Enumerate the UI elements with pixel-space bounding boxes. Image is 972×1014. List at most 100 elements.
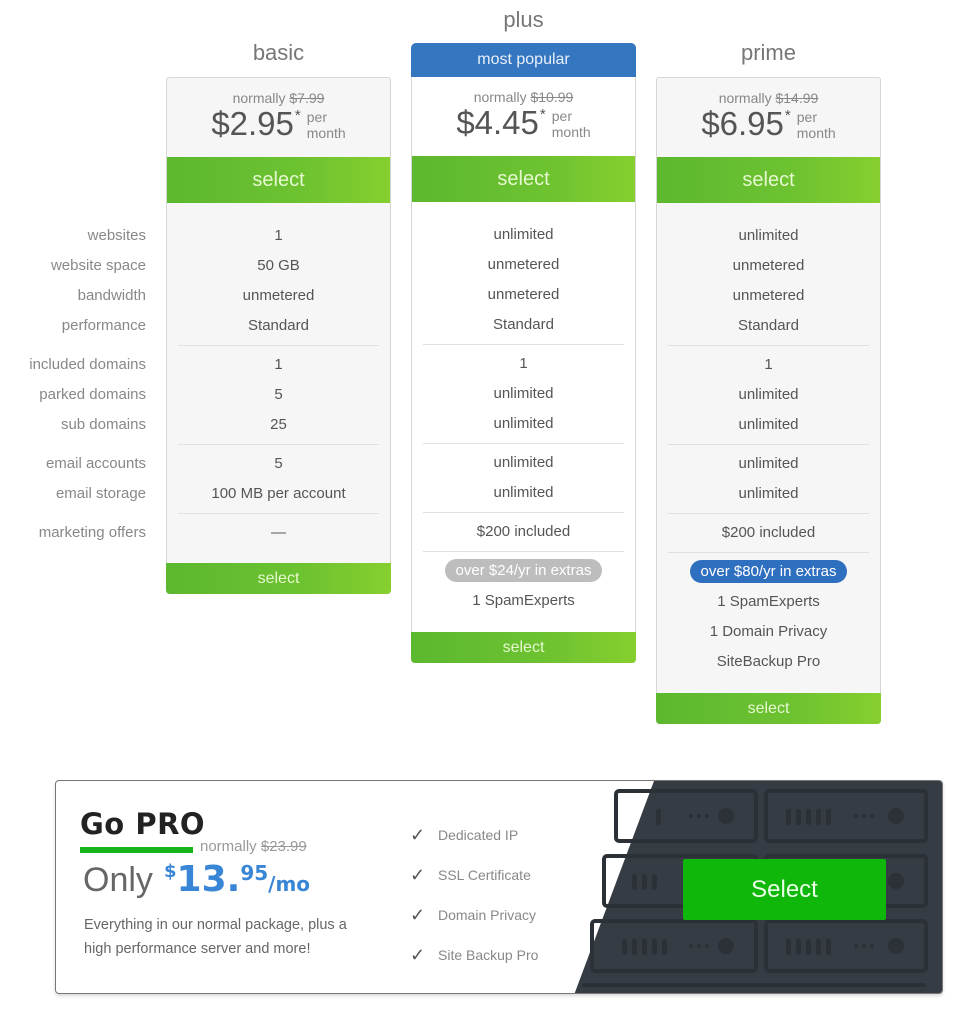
- asterisk: *: [539, 106, 546, 123]
- select-button-plus[interactable]: select: [412, 156, 635, 202]
- only-label: Only: [83, 861, 153, 899]
- feature-label: Domain Privacy: [438, 907, 537, 923]
- price-header: normally $14.99 $6.95 * per month: [657, 78, 880, 157]
- cell-included-domains: 1: [519, 355, 528, 372]
- period-label: month: [551, 124, 591, 140]
- feature-label: Site Backup Pro: [438, 947, 539, 963]
- feature-item: ✓ Site Backup Pro: [410, 935, 538, 975]
- pro-price: $13.95/mo: [164, 859, 310, 900]
- normally-label: normally: [232, 90, 286, 106]
- price-decimal: 95: [240, 861, 269, 885]
- label-email-storage: email storage: [55, 485, 146, 502]
- extras-badge: over $24/yr in extras: [444, 559, 603, 582]
- check-icon: ✓: [410, 944, 426, 965]
- plan-title-prime: prime: [740, 40, 796, 65]
- normal-price: $7.99: [289, 90, 325, 106]
- label-parked-domains: parked domains: [39, 386, 146, 403]
- select-button-prime-bottom[interactable]: select: [656, 693, 881, 724]
- extra-item: 1 Domain Privacy: [709, 623, 828, 640]
- cell-website-space: 50 GB: [257, 257, 300, 274]
- divider: [178, 444, 379, 445]
- cell-parked-domains: unlimited: [738, 386, 799, 403]
- cell-email-storage: unlimited: [738, 485, 799, 502]
- cell-websites: unlimited: [738, 227, 799, 244]
- feature-item: ✓ Dedicated IP: [410, 815, 538, 855]
- cell-included-domains: 1: [764, 356, 773, 373]
- plan-title-plus: plus: [503, 7, 544, 32]
- plan-card-plus: normally $10.99 $4.45 * per month select …: [411, 77, 636, 663]
- cell-included-domains: 1: [274, 356, 283, 373]
- price-period: /mo: [268, 872, 311, 896]
- go-pro-select-button[interactable]: Select: [683, 859, 886, 920]
- cell-email-accounts: unlimited: [738, 455, 799, 472]
- cell-website-space: unmetered: [487, 256, 560, 273]
- label-included-domains: included domains: [29, 356, 146, 373]
- plan-title-basic: basic: [252, 40, 305, 65]
- currency-symbol: $: [164, 861, 177, 882]
- extra-item: 1 SpamExperts: [717, 593, 820, 610]
- per-label: per: [551, 108, 572, 124]
- cell-bandwidth: unmetered: [487, 286, 560, 303]
- pro-normally-label: normally: [200, 838, 257, 855]
- plan-card-prime: normally $14.99 $6.95 * per month select …: [656, 77, 881, 724]
- go-pro-banner: Go PRO normally $23.99 Only $13.95/mo Ev…: [55, 780, 943, 994]
- cell-sub-domains: unlimited: [493, 415, 554, 432]
- select-button-plus-bottom[interactable]: select: [411, 632, 636, 663]
- cell-sub-domains: unlimited: [738, 416, 799, 433]
- check-icon: ✓: [410, 904, 426, 925]
- cell-sub-domains: 25: [270, 416, 287, 433]
- cell-parked-domains: 5: [274, 386, 283, 403]
- pro-feature-list: ✓ Dedicated IP ✓ SSL Certificate ✓ Domain P…: [410, 815, 538, 975]
- divider: [423, 551, 624, 552]
- sale-price: $2.95: [211, 105, 294, 142]
- divider: [668, 552, 869, 553]
- cell-email-storage: unlimited: [493, 484, 554, 501]
- feature-item: ✓ Domain Privacy: [410, 895, 538, 935]
- divider: [423, 512, 624, 513]
- cell-parked-domains: unlimited: [493, 385, 554, 402]
- cell-bandwidth: unmetered: [242, 287, 315, 304]
- feature-labels: websites website space bandwidth perform…: [0, 221, 146, 548]
- cell-performance: Standard: [248, 317, 309, 334]
- pro-description: Everything in our normal package, plus a…: [84, 917, 347, 957]
- label-performance: performance: [61, 317, 146, 334]
- divider: [668, 513, 869, 514]
- feature-label: Dedicated IP: [438, 827, 519, 843]
- cell-websites: 1: [274, 227, 283, 244]
- divider: [178, 513, 379, 514]
- cell-email-accounts: 5: [274, 455, 283, 472]
- cell-bandwidth: unmetered: [732, 287, 805, 304]
- price-header: normally $10.99 $4.45 * per month: [412, 77, 635, 156]
- sale-price: $6.95: [701, 105, 784, 142]
- extra-item: 1 SpamExperts: [472, 592, 575, 609]
- cell-website-space: unmetered: [732, 257, 805, 274]
- divider: [668, 444, 869, 445]
- cell-performance: Standard: [493, 316, 554, 333]
- select-button-prime[interactable]: select: [657, 157, 880, 203]
- label-bandwidth: bandwidth: [77, 287, 146, 304]
- period-label: month: [796, 125, 836, 141]
- normal-price: $14.99: [775, 90, 819, 106]
- divider: [423, 344, 624, 345]
- feature-item: ✓ SSL Certificate: [410, 855, 538, 895]
- divider: [423, 443, 624, 444]
- price-header: normally $7.99 $2.95 * per month: [167, 78, 390, 157]
- select-button-basic[interactable]: select: [167, 157, 390, 203]
- plan-card-basic: normally $7.99 $2.95 * per month select 1…: [166, 77, 391, 594]
- price-integer: 13.: [176, 859, 241, 900]
- normally-label: normally: [718, 90, 772, 106]
- label-websites: websites: [87, 227, 146, 244]
- label-marketing-offers: marketing offers: [38, 524, 146, 541]
- cell-marketing-offers: $200 included: [476, 523, 571, 540]
- divider: [178, 345, 379, 346]
- cell-marketing-offers: —: [271, 524, 286, 541]
- cell-email-accounts: unlimited: [493, 454, 554, 471]
- cell-marketing-offers: $200 included: [721, 524, 816, 541]
- feature-label: SSL Certificate: [438, 867, 531, 883]
- period-label: month: [306, 125, 346, 141]
- select-button-basic-bottom[interactable]: select: [166, 563, 391, 594]
- sale-price: $4.45: [456, 104, 539, 141]
- divider: [668, 345, 869, 346]
- normal-price: $10.99: [530, 89, 574, 105]
- asterisk: *: [784, 107, 791, 124]
